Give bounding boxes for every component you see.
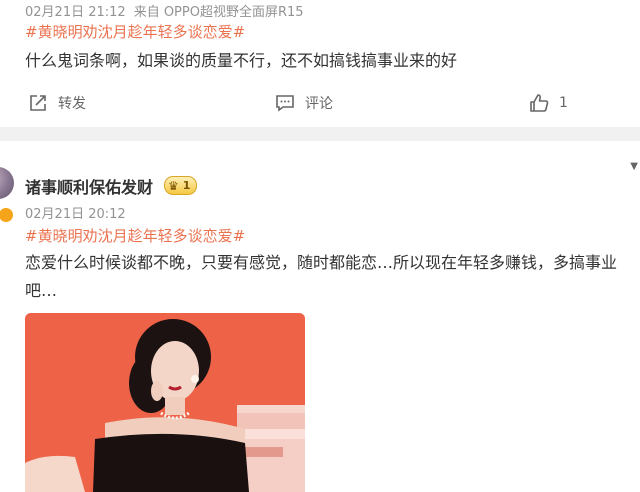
post-meta: 02月21日 21:12 来自 OPPO超视野全面屏R15: [25, 1, 304, 20]
like-count: 1: [559, 95, 568, 111]
repost-button[interactable]: 转发: [28, 88, 86, 118]
repost-label: 转发: [58, 96, 86, 112]
level-badge[interactable]: ♛ 1: [164, 176, 198, 195]
post-date: 02月21日 20:12: [25, 207, 126, 222]
post-image[interactable]: [25, 313, 305, 492]
repost-icon: [30, 95, 46, 111]
chevron-down-icon[interactable]: ▼: [630, 161, 638, 172]
verified-badge-icon: [0, 207, 14, 223]
comment-icon: [276, 95, 294, 112]
crown-icon: ♛: [168, 178, 179, 193]
post-content: 恋爱什么时候谈都不晚，只要有感觉，随时都能恋…所以现在年轻多赚钱，多搞事业吧…: [25, 253, 618, 300]
post-image-illustration: [25, 313, 305, 492]
hashtag-link[interactable]: #黄晓明劝沈月趁年轻多谈恋爱#: [25, 21, 245, 42]
post-date: 02月21日 21:12: [25, 5, 126, 20]
username[interactable]: 诸事顺利保佑发财: [25, 174, 153, 198]
comment-button[interactable]: 评论: [275, 88, 333, 118]
avatar[interactable]: [0, 167, 14, 199]
level-number: 1: [182, 179, 191, 192]
post-actions: 转发 评论 1: [0, 88, 640, 118]
hashtag-link[interactable]: #黄晓明劝沈月趁年轻多谈恋爱#: [25, 225, 245, 246]
like-button[interactable]: 1: [529, 88, 568, 118]
comment-label: 评论: [305, 96, 333, 112]
post-card-2: 诸事顺利保佑发财 ♛ 1 ▼ 02月21日 20:12 #黄晓明劝沈月趁年轻多谈…: [0, 141, 640, 492]
like-icon: [530, 94, 549, 112]
post-source[interactable]: 来自 OPPO超视野全面屏R15: [134, 5, 304, 20]
post-card-1: 02月21日 21:12 来自 OPPO超视野全面屏R15 #黄晓明劝沈月趁年轻多…: [0, 0, 640, 127]
post-content: 什么鬼词条啊，如果谈的质量不行，还不如搞钱搞事业来的好: [25, 51, 458, 70]
